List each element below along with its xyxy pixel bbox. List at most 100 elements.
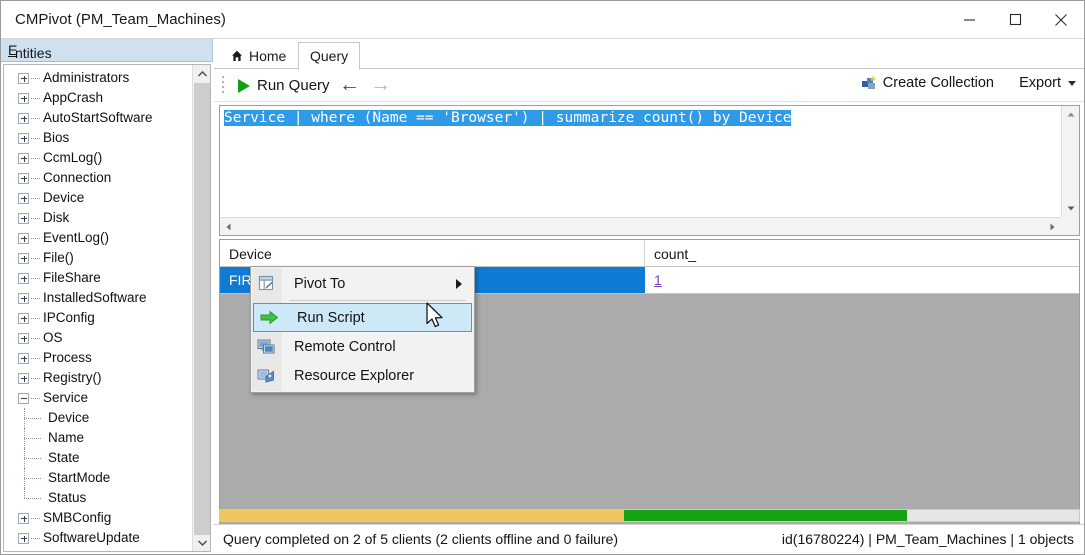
play-icon	[238, 78, 250, 93]
editor-scroll-up-button[interactable]	[1062, 106, 1080, 123]
editor-scroll-down-button[interactable]	[1062, 200, 1080, 217]
tree-item-registry[interactable]: Registry()	[4, 368, 190, 388]
tree-connector	[31, 277, 40, 279]
expand-icon[interactable]	[18, 532, 29, 544]
tree-connector	[31, 117, 40, 119]
editor-scroll-right-button[interactable]	[1044, 218, 1061, 235]
expand-icon[interactable]	[18, 152, 29, 164]
editor-vertical-scrollbar[interactable]	[1061, 106, 1079, 217]
expand-icon[interactable]	[18, 272, 29, 284]
tree-child-device[interactable]: Device	[4, 408, 190, 428]
entities-panel: Entities Administrators AppCrash AutoStart…	[1, 39, 213, 554]
tree-item-os[interactable]: OS	[4, 328, 190, 348]
tab-home-label: Home	[249, 48, 287, 64]
tree-child-name[interactable]: Name	[4, 428, 190, 448]
tree-item-eventlog[interactable]: EventLog()	[4, 228, 190, 248]
tree-item-label: Device	[43, 190, 85, 205]
expand-icon[interactable]	[18, 332, 29, 344]
tree-item-fileshare[interactable]: FileShare	[4, 268, 190, 288]
expand-icon[interactable]	[18, 292, 29, 304]
tree-item-label: EventLog()	[43, 230, 110, 245]
forward-button[interactable]: →	[370, 74, 391, 95]
tree-item-bios[interactable]: Bios	[4, 128, 190, 148]
expand-icon[interactable]	[18, 112, 29, 124]
context-menu-item-label: Pivot To	[294, 275, 346, 292]
expand-icon[interactable]	[18, 172, 29, 184]
tree-item-softwareupdate[interactable]: SoftwareUpdate	[4, 528, 190, 548]
context-menu-item-remote-control[interactable]: Remote Control	[251, 332, 474, 361]
expand-icon[interactable]	[18, 312, 29, 324]
close-button[interactable]	[1038, 1, 1084, 38]
expand-icon[interactable]	[18, 72, 29, 84]
tree-connector	[24, 448, 48, 468]
entities-tree[interactable]: Administrators AppCrash AutoStartSoftware B…	[3, 64, 211, 552]
count-link[interactable]: 1	[654, 272, 662, 288]
query-editor[interactable]: Service | where (Name == 'Browser') | su…	[219, 105, 1080, 236]
export-button[interactable]: Export	[1019, 75, 1076, 91]
export-label: Export	[1019, 75, 1061, 91]
tree-item-ipconfig[interactable]: IPConfig	[4, 308, 190, 328]
tree-item-label: Registry()	[43, 370, 102, 385]
create-collection-button[interactable]: Create Collection	[861, 75, 994, 91]
editor-horizontal-scrollbar[interactable]	[220, 217, 1061, 235]
tree-child-status[interactable]: Status	[4, 488, 190, 508]
query-editor-text[interactable]: Service | where (Name == 'Browser') | su…	[224, 110, 1057, 195]
context-menu-item-resource-explorer[interactable]: Resource Explorer	[251, 361, 474, 390]
minimize-button[interactable]	[946, 1, 992, 38]
tree-item-disk[interactable]: Disk	[4, 208, 190, 228]
tree-item-device[interactable]: Device	[4, 188, 190, 208]
scroll-down-button[interactable]	[193, 534, 210, 551]
tree-connector	[31, 337, 40, 339]
run-script-arrow-icon	[254, 303, 284, 332]
progress-bar	[219, 509, 1080, 522]
expand-icon[interactable]	[18, 512, 29, 524]
expand-icon[interactable]	[18, 192, 29, 204]
maximize-button[interactable]	[992, 1, 1038, 38]
expand-icon[interactable]	[18, 132, 29, 144]
query-text-selection: Service | where (Name == 'Browser') | su…	[224, 110, 792, 126]
tree-child-startmode[interactable]: StartMode	[4, 468, 190, 488]
tree-item-label: Connection	[43, 170, 112, 185]
column-header-count[interactable]: count_	[645, 240, 1079, 267]
expand-icon[interactable]	[18, 372, 29, 384]
back-button[interactable]: ←	[339, 74, 360, 95]
tree-child-label: State	[48, 450, 80, 465]
tree-item-label: AutoStartSoftware	[43, 110, 153, 125]
expand-icon[interactable]	[18, 92, 29, 104]
tree-item-service[interactable]: Service	[4, 388, 190, 408]
results-grid[interactable]: Device count_ FIREFLY8 1	[219, 239, 1080, 534]
remote-control-icon	[251, 332, 281, 361]
expand-icon[interactable]	[18, 252, 29, 264]
cell-count[interactable]: 1	[645, 267, 1079, 293]
tree-item-autostartsoftware[interactable]: AutoStartSoftware	[4, 108, 190, 128]
nav-arrows: ← →	[339, 74, 391, 95]
context-menu-item-pivot-to[interactable]: Pivot To	[251, 269, 474, 298]
tree-item-administrators[interactable]: Administrators	[4, 68, 190, 88]
entities-scrollbar[interactable]	[192, 65, 210, 551]
column-header-device[interactable]: Device	[220, 240, 645, 267]
scrollbar-thumb[interactable]	[194, 83, 210, 535]
tree-item-installedsoftware[interactable]: InstalledSoftware	[4, 288, 190, 308]
scroll-up-button[interactable]	[193, 65, 210, 82]
tree-item-smbconfig[interactable]: SMBConfig	[4, 508, 190, 528]
tree-item-ccmlog[interactable]: CcmLog()	[4, 148, 190, 168]
run-query-button[interactable]: Run Query	[232, 73, 336, 98]
pivot-icon	[251, 269, 281, 298]
expand-icon[interactable]	[18, 232, 29, 244]
expand-icon[interactable]	[18, 212, 29, 224]
tree-item-file[interactable]: File()	[4, 248, 190, 268]
tree-item-connection[interactable]: Connection	[4, 168, 190, 188]
tab-query[interactable]: Query	[298, 42, 361, 70]
tab-home[interactable]: Home	[220, 43, 297, 69]
context-menu-item-run-script[interactable]: Run Script	[253, 303, 472, 332]
tree-child-state[interactable]: State	[4, 448, 190, 468]
collapse-icon[interactable]	[18, 392, 29, 404]
editor-scroll-left-button[interactable]	[220, 218, 237, 235]
tree-connector	[31, 177, 40, 179]
context-menu[interactable]: Pivot To Run Script Remote Control Resou…	[250, 266, 475, 393]
tree-item-process[interactable]: Process	[4, 348, 190, 368]
expand-icon[interactable]	[18, 352, 29, 364]
tree-child-label: Device	[48, 410, 90, 425]
tree-item-appcrash[interactable]: AppCrash	[4, 88, 190, 108]
triangle-right-icon	[1050, 223, 1055, 230]
